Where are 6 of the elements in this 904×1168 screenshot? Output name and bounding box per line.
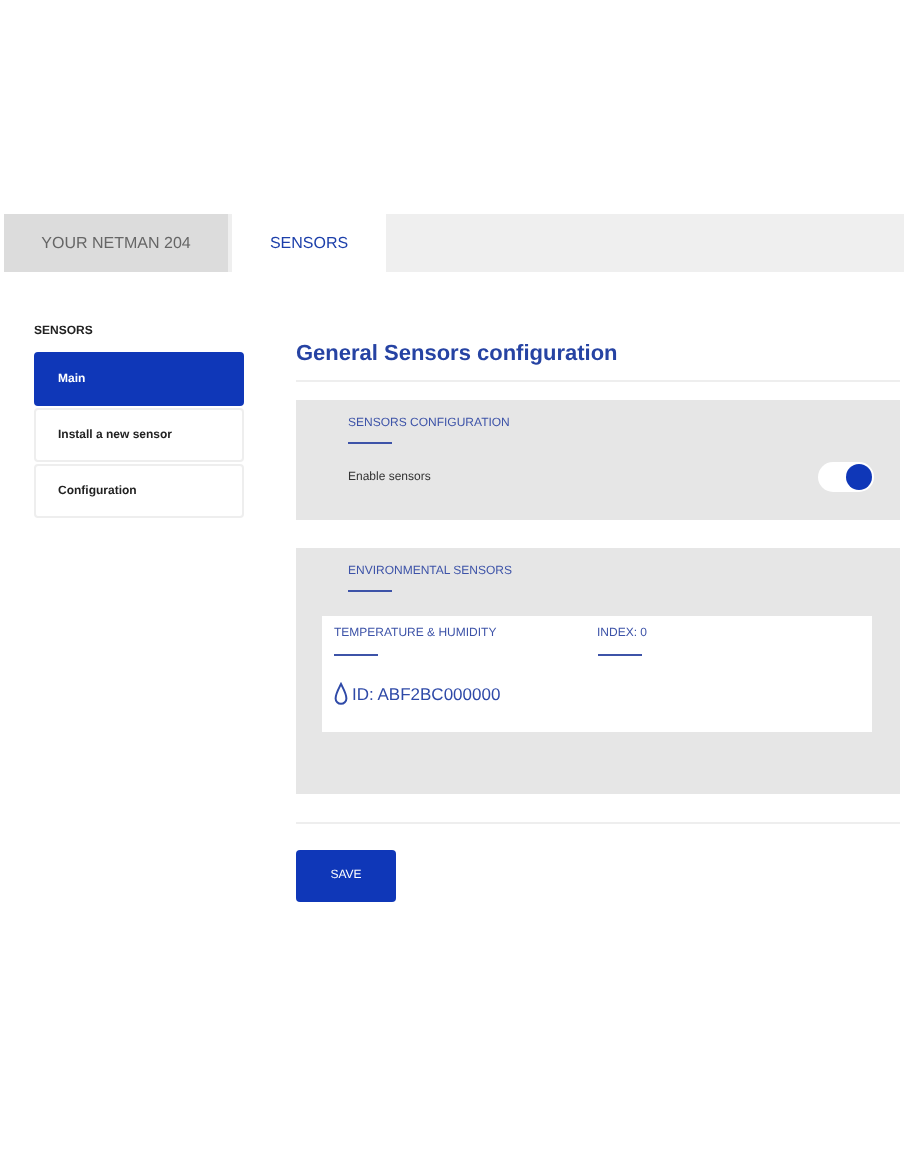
tab[interactable]: YOUR NETMAN 204 [4, 214, 228, 272]
toggle-switch[interactable] [818, 462, 874, 492]
sensor-id: ID: ABF2BC000000 [352, 684, 501, 704]
page-title: General Sensors configuration [296, 342, 620, 370]
droplet-icon [334, 682, 348, 706]
tab[interactable]: SENSORS [232, 214, 386, 272]
